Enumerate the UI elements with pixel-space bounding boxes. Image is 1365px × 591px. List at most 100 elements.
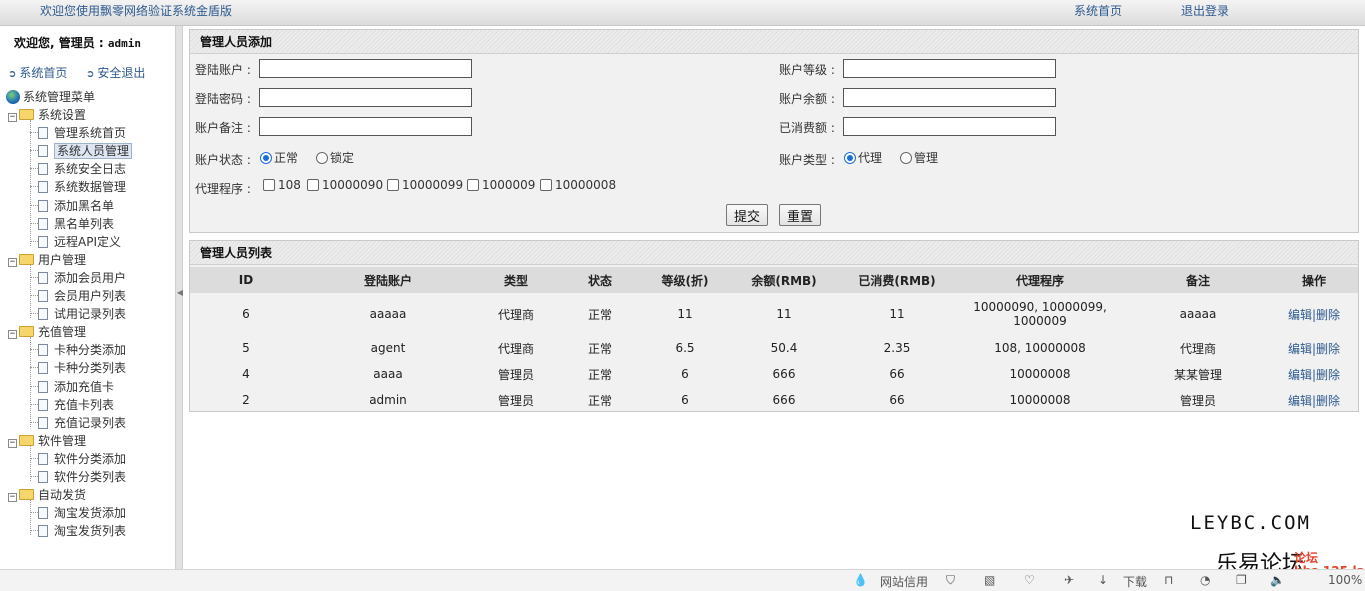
edit-link[interactable]: 编辑 bbox=[1288, 368, 1312, 382]
checkbox-icon[interactable] bbox=[540, 179, 552, 191]
checkbox-icon[interactable] bbox=[467, 179, 479, 191]
menu-item[interactable]: 添加会员用户 bbox=[38, 269, 126, 287]
checkbox-icon[interactable] bbox=[263, 179, 275, 191]
reset-button[interactable]: 重置 bbox=[779, 204, 822, 226]
submit-button[interactable]: 提交 bbox=[726, 204, 769, 226]
edit-link[interactable]: 编辑 bbox=[1288, 308, 1312, 322]
tree-connector bbox=[30, 367, 38, 369]
menu-item[interactable]: 卡种分类添加 bbox=[38, 341, 126, 359]
delete-link[interactable]: 删除 bbox=[1316, 308, 1340, 322]
window-icon[interactable]: ⊓ bbox=[1164, 573, 1173, 587]
page-icon bbox=[38, 199, 48, 212]
speaker-icon[interactable]: 🔈 bbox=[1270, 573, 1285, 587]
menu-item[interactable]: 充值卡列表 bbox=[38, 396, 114, 414]
delete-link[interactable]: 删除 bbox=[1316, 342, 1340, 356]
cell-consumed: 66 bbox=[889, 393, 905, 407]
menu-group[interactable]: − 软件管理 bbox=[8, 432, 86, 450]
menu-item[interactable]: 淘宝发货列表 bbox=[38, 522, 126, 540]
cell-balance: 666 bbox=[772, 393, 796, 407]
program-checkbox[interactable]: 10000008 bbox=[540, 178, 616, 192]
menu-item-label: 淘宝发货添加 bbox=[54, 506, 127, 521]
menu-group[interactable]: − 用户管理 bbox=[8, 251, 86, 269]
menu-item[interactable]: 远程API定义 bbox=[38, 233, 121, 251]
type-radio-admin[interactable]: 管理 bbox=[900, 149, 938, 166]
menu-item[interactable]: 系统安全日志 bbox=[38, 160, 126, 178]
radio-checked-icon[interactable] bbox=[260, 152, 272, 164]
collapse-minus-icon[interactable]: − bbox=[8, 113, 17, 122]
menu-item[interactable]: 淘宝发货添加 bbox=[38, 504, 126, 522]
column-header: 操作 bbox=[1270, 267, 1358, 293]
consumed-input[interactable] bbox=[843, 117, 1056, 136]
collapse-minus-icon[interactable]: − bbox=[8, 257, 17, 267]
plane-icon[interactable]: ✈ bbox=[1064, 573, 1074, 587]
menu-group[interactable]: − 系统设置 bbox=[8, 106, 86, 124]
radio-checked-icon[interactable] bbox=[844, 152, 856, 164]
menu-item[interactable]: 系统数据管理 bbox=[38, 178, 126, 196]
top-home-link[interactable]: 系统首页 bbox=[1074, 2, 1122, 19]
cell-type: 代理商 bbox=[497, 307, 534, 322]
cell-remark: 管理员 bbox=[1179, 393, 1216, 408]
tree-connector bbox=[30, 385, 38, 387]
edit-link[interactable]: 编辑 bbox=[1288, 394, 1312, 408]
program-checkbox[interactable]: 108 bbox=[263, 178, 301, 192]
checkbox-icon[interactable] bbox=[307, 179, 319, 191]
menu-item[interactable]: 添加黑名单 bbox=[38, 197, 114, 215]
sidebar-splitter[interactable]: ◀ bbox=[175, 26, 183, 569]
download-arrow-icon[interactable]: ↓ bbox=[1098, 573, 1108, 587]
collapse-minus-icon[interactable]: − bbox=[8, 493, 17, 503]
menu-item[interactable]: 试用记录列表 bbox=[38, 305, 126, 323]
radio-unchecked-icon[interactable] bbox=[900, 152, 912, 164]
menu-group[interactable]: − 充值管理 bbox=[8, 323, 86, 341]
menu-item[interactable]: 卡种分类列表 bbox=[38, 359, 126, 377]
level-input[interactable] bbox=[843, 59, 1056, 78]
quick-home-link[interactable]: ➲ 系统首页 bbox=[8, 64, 67, 81]
top-logout-link[interactable]: 退出登录 bbox=[1181, 2, 1229, 19]
program-checkbox[interactable]: 1000009 bbox=[467, 178, 535, 192]
droplet-icon[interactable]: 💧 bbox=[853, 573, 868, 587]
image-icon[interactable]: ▧ bbox=[984, 573, 995, 587]
delete-link[interactable]: 删除 bbox=[1316, 394, 1340, 408]
status-radio-normal[interactable]: 正常 bbox=[260, 149, 298, 166]
radio-unchecked-icon[interactable] bbox=[316, 152, 328, 164]
remark-input[interactable] bbox=[259, 117, 472, 136]
table-header-row: ID 登陆账户 类型 状态 等级(折) 余额(RMB) 已消费(RMB) 代理程序 备注 操作 bbox=[190, 267, 1358, 293]
cell-programs: 10000008 bbox=[1009, 367, 1071, 381]
quick-logout-link[interactable]: ➲ 安全退出 bbox=[86, 64, 145, 81]
password-input[interactable] bbox=[259, 88, 472, 107]
account-input[interactable] bbox=[259, 59, 472, 78]
menu-group[interactable]: − 自动发货 bbox=[8, 486, 86, 504]
program-checkbox[interactable]: 10000090 bbox=[307, 178, 383, 192]
program-checkbox[interactable]: 10000099 bbox=[387, 178, 463, 192]
download-label[interactable]: 下载 bbox=[1123, 573, 1147, 590]
menu-item[interactable]: 会员用户列表 bbox=[38, 287, 126, 305]
type-radio-agent[interactable]: 代理 bbox=[844, 149, 882, 166]
site-credit-label[interactable]: 网站信用 bbox=[880, 573, 928, 590]
shield-icon[interactable]: ⛉ bbox=[946, 573, 955, 588]
collapse-arrow-icon[interactable]: ◀ bbox=[176, 288, 184, 297]
collapse-minus-icon[interactable]: − bbox=[8, 438, 17, 448]
type-label: 账户类型 : bbox=[779, 153, 835, 167]
menu-item-label: 系统安全日志 bbox=[54, 162, 127, 177]
edit-link[interactable]: 编辑 bbox=[1288, 342, 1312, 356]
collapse-minus-icon[interactable]: − bbox=[8, 330, 17, 340]
cell-account: admin bbox=[369, 393, 407, 407]
status-radio-locked[interactable]: 锁定 bbox=[316, 149, 354, 166]
menu-item[interactable]: 管理系统首页 bbox=[38, 124, 126, 142]
menu-title: 系统管理菜单 bbox=[23, 90, 96, 104]
restore-icon[interactable]: ❐ bbox=[1236, 573, 1247, 587]
heart-icon[interactable]: ♡ bbox=[1024, 573, 1035, 587]
checkbox-icon[interactable] bbox=[387, 179, 399, 191]
menu-item[interactable]: 软件分类列表 bbox=[38, 468, 126, 486]
tree-connector bbox=[30, 337, 31, 427]
menu-item[interactable]: 软件分类添加 bbox=[38, 450, 126, 468]
menu-item[interactable]: 系统人员管理 bbox=[38, 142, 133, 160]
edge-icon[interactable]: ◔ bbox=[1200, 573, 1210, 587]
page-icon bbox=[38, 362, 48, 375]
balance-input[interactable] bbox=[843, 88, 1056, 107]
cell-actions: 编辑|删除 bbox=[1270, 293, 1358, 335]
delete-link[interactable]: 删除 bbox=[1316, 368, 1340, 382]
zoom-level[interactable]: 100% bbox=[1328, 573, 1362, 587]
menu-item[interactable]: 充值记录列表 bbox=[38, 414, 126, 432]
menu-item[interactable]: 添加充值卡 bbox=[38, 378, 114, 396]
menu-item[interactable]: 黑名单列表 bbox=[38, 215, 114, 233]
